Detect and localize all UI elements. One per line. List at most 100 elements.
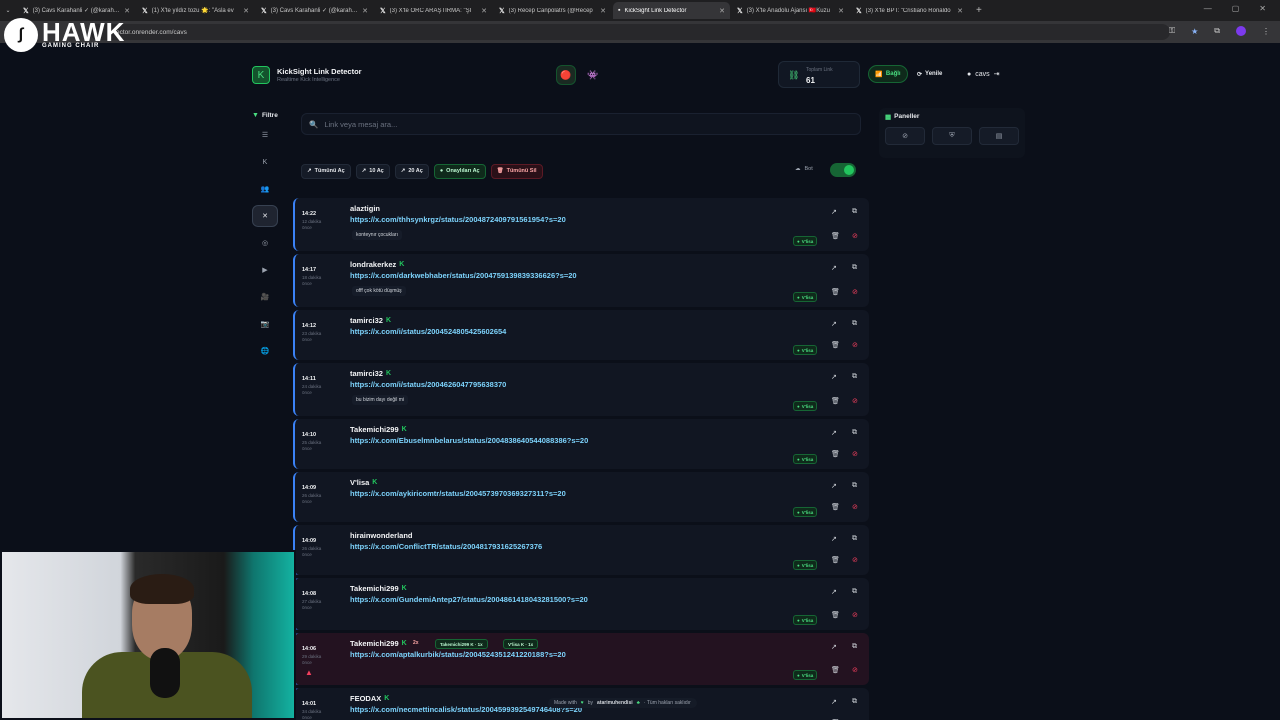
ban-icon[interactable]: ⊘ <box>852 556 858 564</box>
ban-icon[interactable]: ⊘ <box>852 397 858 405</box>
browser-tab[interactable]: 𝕏 (3) Recep Canpolatrs (@Recep ✕ <box>494 2 611 19</box>
open-approved-button[interactable]: ● Onaylıları Aç <box>433 163 486 179</box>
trash-icon[interactable]: 🗑 <box>831 341 840 349</box>
card-link[interactable]: https://x.com/darkwebhaber/status/200475… <box>350 271 577 280</box>
copy-icon[interactable]: ⧉ <box>852 208 857 216</box>
alien-icon[interactable]: 👾 <box>583 65 603 85</box>
menu-icon[interactable]: ⋮ <box>1262 27 1270 36</box>
card-link[interactable]: https://x.com/i/status/20045248054256026… <box>350 327 506 336</box>
tab-close-icon[interactable]: ✕ <box>124 7 130 15</box>
open-link-icon[interactable]: ↗ <box>831 320 837 328</box>
bookmark-star-icon[interactable]: ★ <box>1191 27 1198 36</box>
copy-icon[interactable]: ⧉ <box>852 264 857 272</box>
trash-icon[interactable]: 🗑 <box>831 556 840 564</box>
new-tab-button[interactable]: + <box>976 5 982 16</box>
browser-tab[interactable]: 𝕏 (1) X'te yıldız tozu 🌟: "Asla ev ✕ <box>137 2 254 19</box>
open-10-button[interactable]: ↗ 10 Aç <box>355 163 390 179</box>
open-link-icon[interactable]: ↗ <box>831 264 837 272</box>
card-link[interactable]: https://x.com/ConflictTR/status/20048179… <box>350 542 542 551</box>
card-link[interactable]: https://x.com/Ebuselmnbelarus/status/200… <box>350 436 588 445</box>
open-link-icon[interactable]: ↗ <box>831 535 837 543</box>
ban-icon[interactable]: ⊘ <box>852 232 858 240</box>
browser-tab[interactable]: 𝕏 (3) X'te ORC ARAŞTIRMA: "Şİ ✕ <box>375 2 492 19</box>
card-link[interactable]: https://x.com/aykiricomtr/status/2004573… <box>350 489 566 498</box>
filter-kick-icon[interactable]: K <box>252 151 278 173</box>
copy-icon[interactable]: ⧉ <box>852 588 857 596</box>
panel-archive-button[interactable]: ▤ <box>979 127 1019 145</box>
minimize-icon[interactable]: — <box>1204 4 1212 13</box>
close-window-icon[interactable]: ✕ <box>1259 4 1266 13</box>
open-link-icon[interactable]: ↗ <box>831 588 837 596</box>
logout-icon[interactable]: ⇥ <box>994 70 1000 78</box>
copy-icon[interactable]: ⧉ <box>852 429 857 437</box>
copy-icon[interactable]: ⧉ <box>852 535 857 543</box>
copy-icon[interactable]: ⧉ <box>852 373 857 381</box>
tab-close-icon[interactable]: ✕ <box>719 7 725 15</box>
card-link[interactable]: https://x.com/aptalkurbik/status/2004524… <box>350 650 566 659</box>
delete-all-button[interactable]: 🗑 Tümünü Sil <box>490 163 543 179</box>
open-all-button[interactable]: ↗ Tümünü Aç <box>301 163 351 179</box>
ban-icon[interactable]: ⊘ <box>852 341 858 349</box>
ban-icon[interactable]: ⊘ <box>852 666 858 674</box>
open-link-icon[interactable]: ↗ <box>831 482 837 490</box>
card-link[interactable]: https://x.com/thhsynkrgz/status/20048724… <box>350 215 566 224</box>
tab-close-icon[interactable]: ✕ <box>838 7 844 15</box>
refresh-button[interactable]: ⟳ Yenile <box>917 65 942 83</box>
filter-instagram-icon[interactable]: ◎ <box>252 232 278 254</box>
trash-icon[interactable]: 🗑 <box>831 666 840 674</box>
filter-users-icon[interactable]: 👥 <box>252 178 278 200</box>
extensions-icon[interactable]: ⧉ <box>1214 26 1220 36</box>
card-link[interactable]: https://x.com/necmettincalisk/status/200… <box>350 705 582 714</box>
tab-close-icon[interactable]: ✕ <box>362 7 368 15</box>
open-link-icon[interactable]: ↗ <box>831 208 837 216</box>
trash-icon[interactable]: 🗑 <box>831 232 840 240</box>
maximize-icon[interactable]: ▢ <box>1232 4 1240 13</box>
open-link-icon[interactable]: ↗ <box>831 698 837 706</box>
browser-tab[interactable]: ▪ KickSight Link Detector ✕ <box>613 2 730 19</box>
trash-icon[interactable]: 🗑 <box>831 503 840 511</box>
open-20-button[interactable]: ↗ 20 Aç <box>394 163 429 179</box>
filter-video-icon[interactable]: 🎥 <box>252 286 278 308</box>
ban-icon[interactable]: ⊘ <box>852 288 858 296</box>
tab-close-icon[interactable]: ✕ <box>600 7 606 15</box>
footer-author[interactable]: atarimuhendisi <box>597 700 633 706</box>
filter-youtube-icon[interactable]: ▶ <box>252 259 278 281</box>
tab-close-icon[interactable]: ✕ <box>243 7 249 15</box>
filter-camera-icon[interactable]: 📷 <box>252 313 278 335</box>
panel-ban-button[interactable]: ⊘ <box>885 127 925 145</box>
card-link[interactable]: https://x.com/i/status/20046260477956383… <box>350 380 506 389</box>
trash-icon[interactable]: 🗑 <box>831 397 840 405</box>
bot-toggle[interactable] <box>830 163 856 177</box>
key-icon[interactable]: ⚿ <box>1169 26 1175 36</box>
ban-icon[interactable]: ⊘ <box>852 503 858 511</box>
search-input[interactable]: 🔍 Link veya mesaj ara... <box>301 113 861 135</box>
copy-icon[interactable]: ⧉ <box>852 482 857 490</box>
trash-icon[interactable]: 🗑 <box>831 288 840 296</box>
copy-icon[interactable]: ⧉ <box>852 698 857 706</box>
filter-x-icon[interactable]: ✕ <box>252 205 278 227</box>
open-link-icon[interactable]: ↗ <box>831 429 837 437</box>
panel-shield-button[interactable]: ⛨ <box>932 127 972 145</box>
tab-list-button[interactable]: ⌄ <box>0 2 16 19</box>
browser-tab[interactable]: 𝕏 (3) X'te BPT: "Cristiano Ronaldo ✕ <box>851 2 968 19</box>
open-link-icon[interactable]: ↗ <box>831 373 837 381</box>
connected-button[interactable]: 📶 Bağlı <box>868 65 908 83</box>
open-link-icon[interactable]: ↗ <box>831 643 837 651</box>
browser-tab[interactable]: 𝕏 (3) X'te Anadolu Ajansı 🇹🇷Kuzu ✕ <box>732 2 849 19</box>
ban-icon[interactable]: ⊘ <box>852 611 858 619</box>
filter-all-icon[interactable]: ☰ <box>252 124 278 146</box>
card-link[interactable]: https://x.com/GundemiAntep27/status/2004… <box>350 595 588 604</box>
avatar-chip-icon[interactable]: 🔴 <box>556 65 576 85</box>
tab-close-icon[interactable]: ✕ <box>481 7 487 15</box>
profile-avatar[interactable] <box>1236 26 1246 36</box>
trash-icon[interactable]: 🗑 <box>831 450 840 458</box>
ban-icon[interactable]: ⊘ <box>852 450 858 458</box>
copy-icon[interactable]: ⧉ <box>852 320 857 328</box>
tab-close-icon[interactable]: ✕ <box>957 7 963 15</box>
user-button[interactable]: ● cavs ⇥ <box>967 65 1000 83</box>
browser-tab[interactable]: 𝕏 (3) Cavs Karahanli ✓ (@karahan ✕ <box>256 2 373 19</box>
copy-icon[interactable]: ⧉ <box>852 643 857 651</box>
filter-globe-icon[interactable]: 🌐 <box>252 340 278 362</box>
url-input[interactable]: ector.onrender.com/cavs <box>90 24 1170 40</box>
trash-icon[interactable]: 🗑 <box>831 611 840 619</box>
